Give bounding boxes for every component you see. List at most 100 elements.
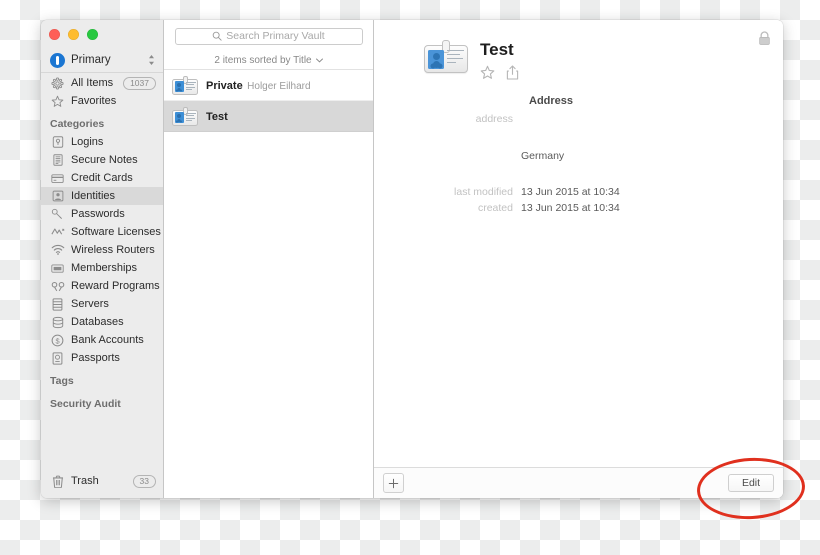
zoom-window-button[interactable] [87, 29, 98, 40]
wifi-icon [50, 244, 65, 256]
sidebar-item-label: Credit Cards [71, 172, 133, 184]
sidebar-item-label: Reward Programs [71, 280, 160, 292]
identity-card-icon [172, 75, 198, 95]
sidebar-item-credit-cards[interactable]: Credit Cards [41, 169, 163, 187]
sidebar-item-favorites[interactable]: Favorites [41, 92, 163, 110]
section-title-address: Address [529, 95, 574, 107]
sidebar-section-security-audit: Security Audit [50, 398, 121, 410]
sidebar-item-software-licenses[interactable]: Software Licenses [41, 223, 163, 241]
sidebar-item-logins[interactable]: Logins [41, 133, 163, 151]
svg-text:$: $ [55, 336, 59, 345]
list-item[interactable]: Test [164, 101, 373, 132]
field-row-country: Germany [374, 149, 783, 163]
credit-card-icon [50, 172, 65, 185]
sidebar-item-wireless-routers[interactable]: Wireless Routers [41, 241, 163, 259]
search-placeholder: Search Primary Vault [226, 30, 325, 42]
up-down-chevron-icon[interactable] [148, 54, 155, 66]
sidebar-section-tags: Tags [50, 375, 74, 387]
field-label: address [475, 113, 513, 125]
detail-header: Test [424, 40, 519, 85]
login-icon [50, 136, 65, 148]
list-item-title: Test [206, 111, 228, 123]
list-item-subtitle: Holger Eilhard [247, 81, 311, 92]
close-window-button[interactable] [49, 29, 60, 40]
sidebar-item-memberships[interactable]: Memberships [41, 259, 163, 277]
sidebar: Primary All Items 1037 Favorites Categor… [41, 20, 164, 498]
search-input[interactable]: Search Primary Vault [174, 27, 363, 45]
sidebar-item-label: Favorites [71, 95, 117, 107]
sidebar-item-passports[interactable]: Passports [41, 349, 163, 367]
add-item-button[interactable] [383, 473, 404, 493]
field-label: last modified [454, 186, 513, 198]
reward-icon [50, 281, 65, 292]
sidebar-item-label: Logins [71, 136, 104, 148]
sidebar-item-label: Passports [71, 352, 120, 364]
field-label [374, 149, 521, 163]
sidebar-item-reward-programs[interactable]: Reward Programs [41, 277, 163, 295]
vault-name-label: Primary [71, 54, 111, 66]
all-items-count-badge: 1037 [123, 76, 156, 90]
sidebar-item-label: Servers [71, 298, 109, 310]
sidebar-item-label: Bank Accounts [71, 334, 144, 346]
field-label: created [477, 202, 513, 214]
sidebar-item-databases[interactable]: Databases [41, 313, 163, 331]
sidebar-item-all-items[interactable]: All Items 1037 [41, 74, 163, 92]
favorite-star-icon[interactable] [480, 65, 495, 85]
list-item-title: Private [206, 80, 243, 92]
app-window: Primary All Items 1037 Favorites Categor… [41, 20, 783, 498]
sidebar-item-label: Secure Notes [71, 154, 138, 166]
chevron-down-icon[interactable] [315, 56, 323, 65]
sidebar-item-label: Software Licenses [71, 226, 161, 238]
vault-badge-icon [50, 52, 65, 68]
field-row-created: created 13 Jun 2015 at 10:34 [374, 201, 783, 215]
sidebar-item-passwords[interactable]: Passwords [41, 205, 163, 223]
trash-icon [50, 475, 65, 488]
sidebar-item-identities[interactable]: Identities [41, 187, 163, 205]
item-actions [480, 65, 519, 85]
license-icon [50, 226, 65, 238]
list-item[interactable]: Private Holger Eilhard [164, 70, 373, 101]
bank-icon: $ [50, 334, 65, 347]
server-icon [50, 297, 65, 311]
field-value: 13 Jun 2015 at 10:34 [521, 202, 620, 214]
window-traffic-lights [49, 29, 98, 40]
all-items-icon [50, 76, 65, 90]
edit-button[interactable]: Edit [728, 474, 774, 492]
identity-card-icon [172, 106, 198, 126]
sidebar-item-label: Databases [71, 316, 124, 328]
trash-count-badge: 33 [132, 474, 156, 488]
field-value[interactable]: Germany [521, 149, 564, 163]
sidebar-item-label: Wireless Routers [71, 244, 155, 256]
trash-label: Trash [71, 475, 99, 487]
share-icon[interactable] [506, 65, 519, 85]
search-bar-container: Search Primary Vault [164, 20, 373, 52]
sidebar-nav: All Items 1037 Favorites Categories Logi… [41, 74, 163, 464]
plus-icon [388, 478, 399, 488]
identity-icon [50, 190, 65, 202]
field-value: 13 Jun 2015 at 10:34 [521, 186, 620, 198]
sidebar-item-servers[interactable]: Servers [41, 295, 163, 313]
sidebar-item-trash[interactable]: Trash 33 [41, 472, 163, 490]
key-icon [50, 208, 65, 221]
sidebar-item-label: Passwords [71, 208, 125, 220]
note-icon [50, 154, 65, 166]
field-row-last-modified: last modified 13 Jun 2015 at 10:34 [374, 185, 783, 199]
sidebar-item-label: Memberships [71, 262, 138, 274]
vault-selector[interactable]: Primary [41, 48, 163, 73]
identity-card-icon [424, 40, 468, 73]
sidebar-item-label: Identities [71, 190, 116, 202]
sidebar-item-label: All Items [71, 77, 114, 89]
search-icon [212, 31, 222, 41]
passport-icon [50, 351, 65, 365]
minimize-window-button[interactable] [68, 29, 79, 40]
detail-bottom-bar: Edit [374, 467, 783, 498]
item-list-column: Search Primary Vault 2 items sorted by T… [164, 20, 374, 498]
sidebar-section-categories: Categories [50, 118, 105, 130]
sort-bar-label: 2 items sorted by Title [214, 55, 312, 66]
star-icon [50, 95, 65, 108]
edit-button-label: Edit [741, 477, 761, 489]
detail-body: Test Address address Germany last modifi… [374, 20, 783, 467]
sidebar-item-secure-notes[interactable]: Secure Notes [41, 151, 163, 169]
sort-bar[interactable]: 2 items sorted by Title [164, 52, 373, 70]
sidebar-item-bank-accounts[interactable]: $ Bank Accounts [41, 331, 163, 349]
